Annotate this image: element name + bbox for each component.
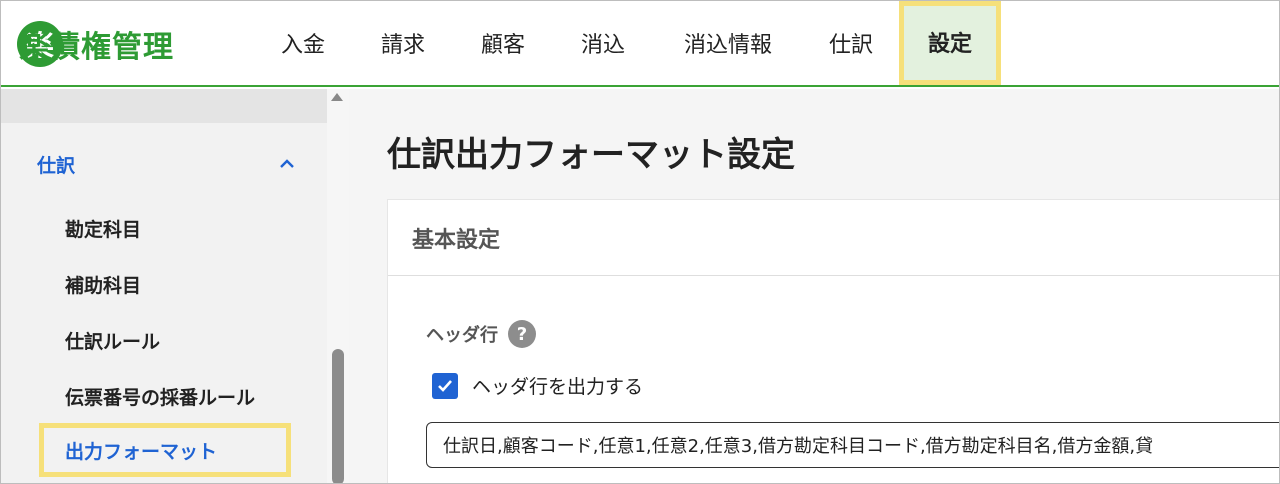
scroll-up-arrow-icon[interactable] bbox=[331, 93, 343, 101]
output-header-checkbox-row[interactable]: ヘッダ行を出力する bbox=[432, 372, 643, 399]
help-icon[interactable]: ? bbox=[508, 320, 536, 348]
nav-tab-nyukin[interactable]: 入金 bbox=[253, 1, 353, 85]
card-title: 基本設定 bbox=[412, 227, 501, 253]
scroll-thumb[interactable] bbox=[332, 349, 344, 483]
sidebar-item-shiwake-rule[interactable]: 仕訳ルール bbox=[65, 327, 160, 354]
page-title: 仕訳出力フォーマット設定 bbox=[387, 135, 795, 175]
sidebar-top-strip bbox=[1, 89, 327, 123]
main-content: 仕訳出力フォーマット設定 基本設定 ヘッダ行 ? ヘッダ行を出力する 仕訳日,顧… bbox=[349, 89, 1279, 483]
sidebar-scrollbar[interactable] bbox=[327, 89, 349, 483]
header-row-label-row: ヘッダ行 ? bbox=[426, 320, 536, 348]
app-window: 楽 楽債権管理 入金 請求 顧客 消込 消込情報 仕訳 設定 仕訳 勘定科目 補… bbox=[0, 0, 1280, 484]
sidebar-item-kanjo-kamoku[interactable]: 勘定科目 bbox=[65, 215, 141, 242]
nav-tab-settings[interactable]: 設定 bbox=[899, 1, 1001, 85]
chevron-up-icon bbox=[280, 159, 294, 168]
app-logo[interactable]: 楽 楽債権管理 bbox=[17, 19, 174, 69]
nav-tab-kokyaku[interactable]: 顧客 bbox=[453, 1, 553, 85]
checkmark-icon bbox=[438, 379, 452, 392]
sidebar-section-shiwake[interactable]: 仕訳 bbox=[37, 149, 297, 179]
nav-tab-keshikomi[interactable]: 消込 bbox=[553, 1, 653, 85]
main-nav: 入金 請求 顧客 消込 消込情報 仕訳 設定 bbox=[253, 1, 1001, 87]
sidebar-section-label: 仕訳 bbox=[37, 154, 76, 177]
header-row-label: ヘッダ行 bbox=[426, 325, 498, 346]
logo-text: 楽債権管理 bbox=[19, 30, 174, 65]
output-header-checkbox-label: ヘッダ行を出力する bbox=[472, 376, 644, 398]
output-header-checkbox[interactable] bbox=[432, 372, 458, 399]
sidebar-item-output-format[interactable]: 出力フォーマット bbox=[39, 423, 291, 477]
sidebar-item-hojo-kamoku[interactable]: 補助科目 bbox=[65, 271, 141, 298]
nav-tab-seikyu[interactable]: 請求 bbox=[353, 1, 453, 85]
card-header: 基本設定 bbox=[388, 200, 1279, 276]
nav-tab-shiwake[interactable]: 仕訳 bbox=[803, 1, 899, 85]
top-header: 楽 楽債権管理 入金 請求 顧客 消込 消込情報 仕訳 設定 bbox=[1, 1, 1279, 87]
basic-settings-card: 基本設定 ヘッダ行 ? ヘッダ行を出力する 仕訳日,顧客コード,任意1,任意2,… bbox=[387, 199, 1279, 483]
header-row-input[interactable]: 仕訳日,顧客コード,任意1,任意2,任意3,借方勘定科目コード,借方勘定科目名,… bbox=[426, 422, 1279, 468]
sidebar-item-denpyo-rule[interactable]: 伝票番号の採番ルール bbox=[65, 383, 255, 410]
nav-tab-keshikomi-info[interactable]: 消込情報 bbox=[653, 1, 803, 85]
